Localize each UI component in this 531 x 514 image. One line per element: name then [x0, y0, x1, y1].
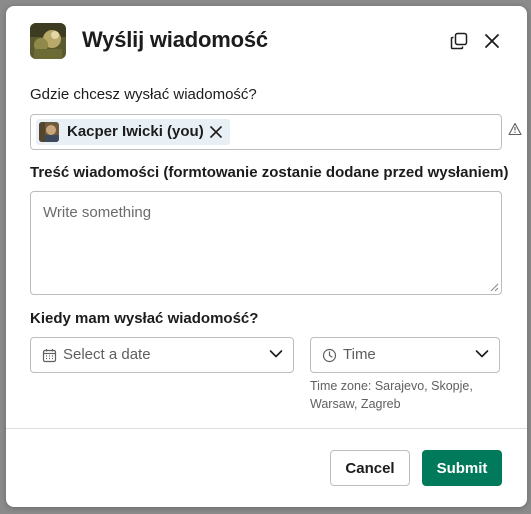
warning-icon: [508, 122, 522, 136]
duplicate-button[interactable]: [448, 30, 470, 52]
date-placeholder: Select a date: [63, 346, 151, 363]
chevron-down-icon: [269, 350, 283, 358]
close-icon: [485, 34, 499, 48]
message-label: Treść wiadomości (formtowanie zostanie d…: [30, 164, 509, 181]
chevron-down-icon: [475, 350, 489, 358]
cancel-button[interactable]: Cancel: [330, 450, 410, 486]
date-picker[interactable]: Select a date: [30, 337, 294, 373]
clock-icon: [322, 348, 337, 363]
recipient-chip[interactable]: Kacper Iwicki (you): [36, 119, 230, 145]
when-label: Kiedy mam wysłać wiadomość?: [30, 310, 259, 327]
remove-icon[interactable]: [209, 125, 223, 139]
app-icon: [30, 23, 66, 59]
duplicate-icon: [450, 32, 468, 50]
time-picker[interactable]: Time: [310, 337, 500, 373]
recipient-label: Gdzie chcesz wysłać wiadomość?: [30, 86, 257, 103]
recipient-chip-label: Kacper Iwicki (you): [67, 123, 204, 140]
avatar: [39, 122, 59, 142]
message-textarea[interactable]: Write something: [30, 191, 502, 295]
close-button[interactable]: [481, 30, 503, 52]
send-message-modal: Wyślij wiadomość Gdzie chcesz wysłać wia…: [6, 6, 527, 507]
recipient-input[interactable]: Kacper Iwicki (you): [30, 114, 502, 150]
time-placeholder: Time: [343, 346, 376, 363]
submit-button[interactable]: Submit: [422, 450, 502, 486]
resize-handle-icon[interactable]: [490, 283, 499, 292]
message-placeholder: Write something: [43, 204, 152, 221]
modal-title: Wyślij wiadomość: [82, 27, 268, 52]
modal-header: Wyślij wiadomość: [6, 6, 527, 78]
calendar-icon: [42, 349, 57, 363]
footer-divider: [6, 428, 527, 429]
timezone-note: Time zone: Sarajevo, Skopje, Warsaw, Zag…: [310, 379, 473, 411]
